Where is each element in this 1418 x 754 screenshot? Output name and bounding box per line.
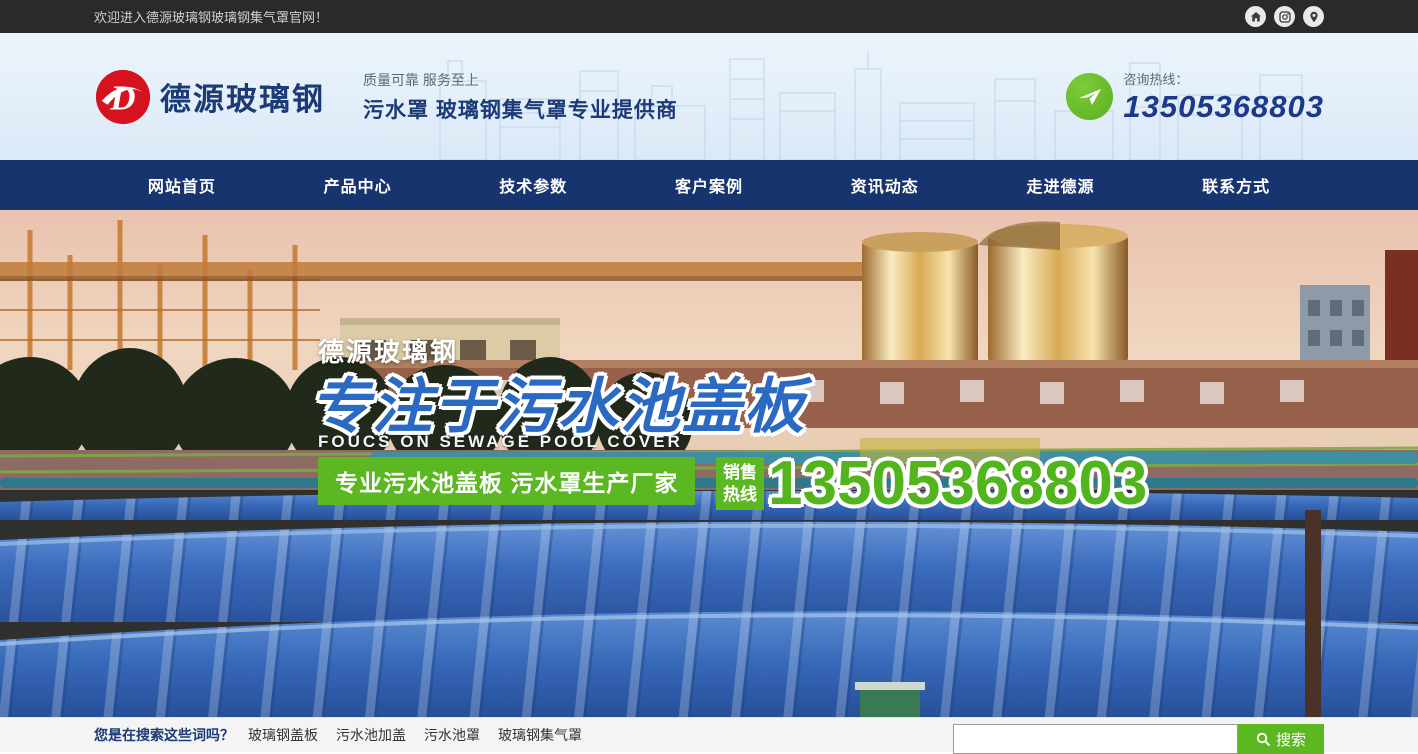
location-icon[interactable]: [1303, 6, 1324, 27]
slogan: 质量可靠 服务至上 污水罩 玻璃钢集气罩专业提供商: [363, 70, 678, 124]
hero-copy: 德源玻璃钢 专注于污水池盖板 FOUCS ON SEWAGE POOL COVE…: [0, 210, 1418, 717]
nav-item-specs[interactable]: 技术参数: [445, 160, 621, 210]
welcome-text: 欢迎进入德源玻璃钢玻璃钢集气罩官网！: [94, 7, 328, 26]
hero-subheadline-en: FOUCS ON SEWAGE POOL COVER: [318, 432, 683, 452]
nav-item-about[interactable]: 走进德源: [973, 160, 1149, 210]
hero-tagline: 专业污水池盖板 污水罩生产厂家: [318, 457, 695, 505]
instagram-icon[interactable]: [1274, 6, 1295, 27]
hot-keywords: 玻璃钢盖板 污水池加盖 污水池罩 玻璃钢集气罩: [248, 725, 582, 745]
sales-hotline-badge: 销售 热线: [716, 457, 764, 510]
keyword-link[interactable]: 污水池罩: [424, 725, 480, 745]
slogan-line2: 污水罩 玻璃钢集气罩专业提供商: [363, 94, 678, 124]
nav-item-products[interactable]: 产品中心: [270, 160, 446, 210]
keyword-link[interactable]: 玻璃钢集气罩: [498, 725, 582, 745]
hero-banner: 德源玻璃钢 专注于污水池盖板 FOUCS ON SEWAGE POOL COVE…: [0, 210, 1418, 717]
search-bar: 您是在搜索这些词吗？ 玻璃钢盖板 污水池加盖 污水池罩 玻璃钢集气罩 搜索: [0, 717, 1418, 752]
home-icon[interactable]: [1245, 6, 1266, 27]
logo[interactable]: D 德源玻璃钢: [94, 68, 325, 126]
slogan-line1: 质量可靠 服务至上: [363, 70, 678, 90]
main-nav: 网站首页 产品中心 技术参数 客户案例 资讯动态 走进德源 联系方式: [0, 160, 1418, 210]
header: D 德源玻璃钢 质量可靠 服务至上 污水罩 玻璃钢集气罩专业提供商 咨询热线： …: [0, 33, 1418, 160]
magnifier-icon: [1256, 732, 1271, 747]
nav-item-home[interactable]: 网站首页: [94, 160, 270, 210]
search-button[interactable]: 搜索: [1238, 724, 1324, 754]
topbar: 欢迎进入德源玻璃钢玻璃钢集气罩官网！: [0, 0, 1418, 33]
keyword-link[interactable]: 污水池加盖: [336, 725, 406, 745]
hotline-label: 咨询热线：: [1123, 69, 1324, 88]
hotline: 咨询热线： 13505368803: [1066, 69, 1324, 125]
paper-plane-icon: [1066, 73, 1113, 120]
keyword-link[interactable]: 玻璃钢盖板: [248, 725, 318, 745]
search-prompt: 您是在搜索这些词吗？: [94, 725, 234, 745]
topbar-icons: [1245, 6, 1324, 27]
search-box: 搜索: [953, 724, 1324, 754]
hotline-number: 13505368803: [1123, 89, 1324, 125]
sales-hotline-number: 13505368803: [768, 448, 1147, 519]
search-button-label: 搜索: [1276, 729, 1306, 750]
hero-sales-hotline: 销售 热线 13505368803: [716, 448, 1147, 519]
nav-item-contact[interactable]: 联系方式: [1148, 160, 1324, 210]
logo-icon: D: [94, 68, 152, 126]
search-input[interactable]: [953, 724, 1238, 754]
nav-item-cases[interactable]: 客户案例: [621, 160, 797, 210]
logo-text: 德源玻璃钢: [160, 74, 325, 119]
nav-item-news[interactable]: 资讯动态: [797, 160, 973, 210]
